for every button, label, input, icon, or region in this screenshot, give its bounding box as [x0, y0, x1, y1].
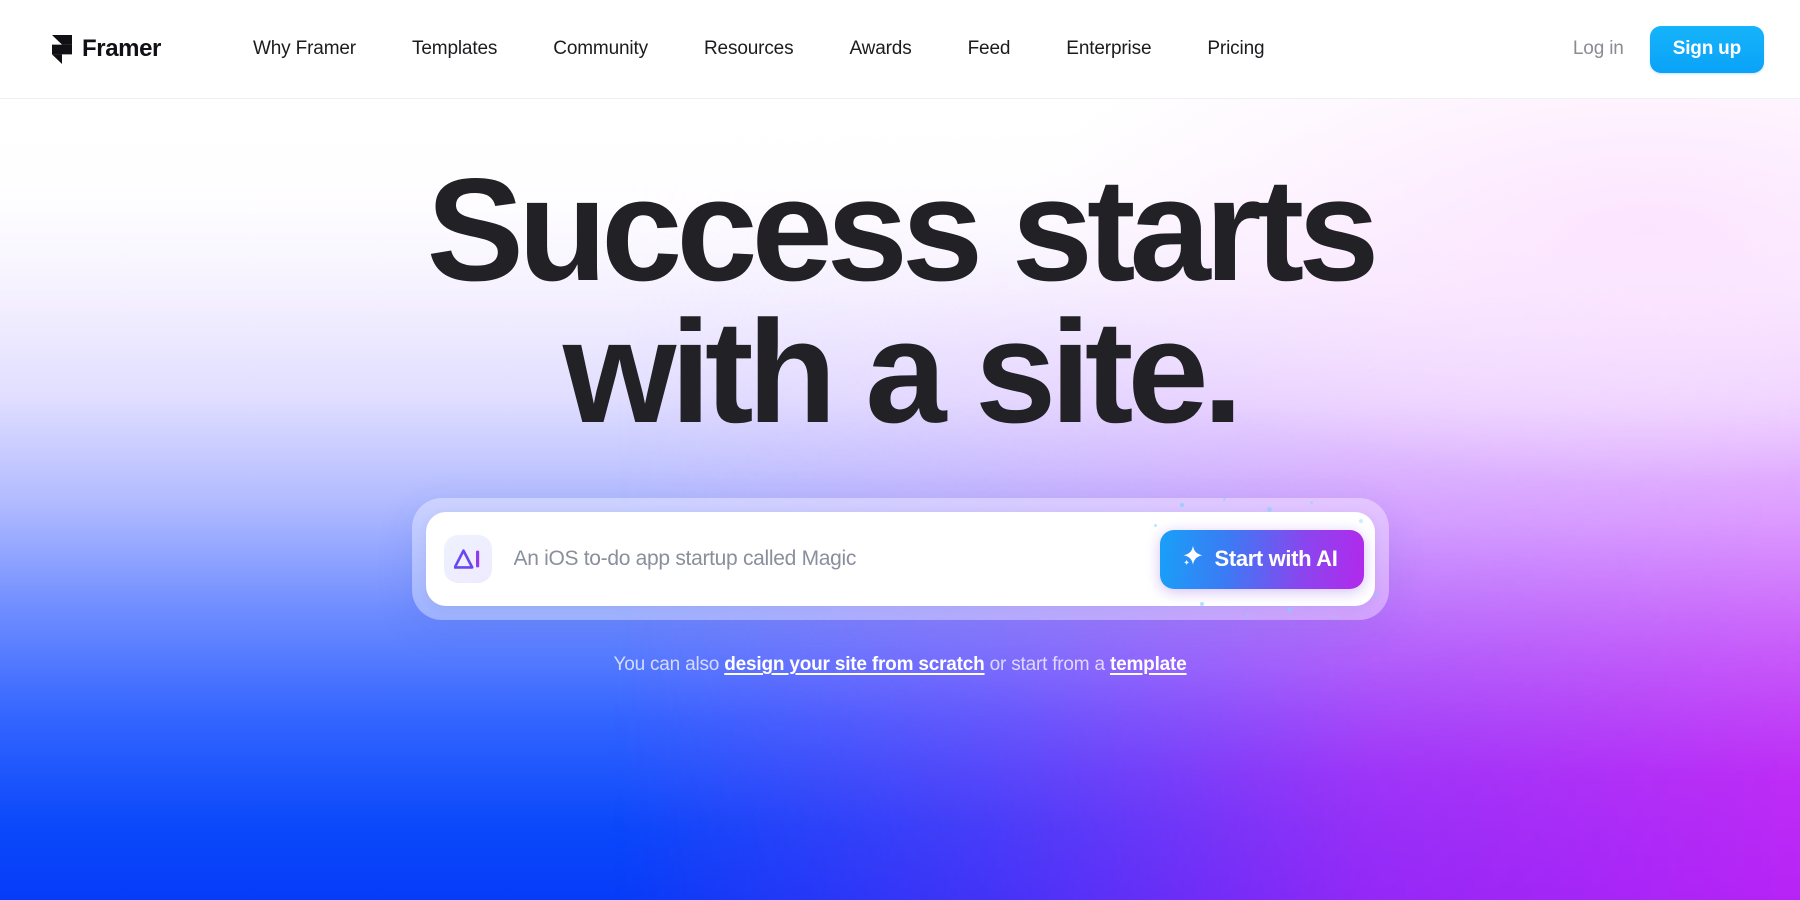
signup-button[interactable]: Sign up	[1649, 25, 1764, 73]
page-title: Success starts with a site.	[426, 148, 1380, 453]
primary-nav: Why Framer Templates Community Resources…	[225, 30, 1292, 68]
prompt-input[interactable]	[513, 547, 1160, 572]
header-actions: Log in Sign up	[1551, 25, 1764, 73]
nav-item-pricing[interactable]: Pricing	[1179, 30, 1292, 68]
brand-name: Framer	[82, 35, 161, 62]
nav-item-feed[interactable]: Feed	[940, 30, 1039, 68]
nav-item-templates[interactable]: Templates	[384, 30, 525, 68]
nav-item-community[interactable]: Community	[525, 30, 676, 68]
start-with-ai-container: Start with AI	[1153, 498, 1379, 620]
nav-item-resources[interactable]: Resources	[676, 30, 821, 68]
nav-item-enterprise[interactable]: Enterprise	[1038, 30, 1179, 68]
hero-section: Success starts with a site. An iOS to-do…	[0, 99, 1800, 900]
subline-middle: or start from a	[984, 654, 1110, 676]
nav-item-awards[interactable]: Awards	[821, 30, 939, 68]
sparkle-star-icon	[1182, 545, 1204, 573]
brand-logo-link[interactable]: Framer	[52, 34, 161, 64]
prompt-card-outer-frame: Start with AI	[411, 498, 1389, 621]
secondary-actions-text: You can also design your site from scrat…	[613, 654, 1186, 676]
site-header: Framer Why Framer Templates Community Re…	[0, 0, 1800, 99]
start-with-ai-button[interactable]: Start with AI	[1159, 529, 1364, 589]
ai-wordmark-icon	[443, 535, 492, 584]
framer-landing-page: Framer Why Framer Templates Community Re…	[0, 0, 1800, 900]
template-link[interactable]: template	[1110, 654, 1187, 675]
prompt-card: Start with AI	[425, 498, 1379, 620]
framer-logo-icon	[52, 34, 72, 64]
headline-line-2: with a site.	[562, 289, 1243, 453]
design-from-scratch-link[interactable]: design your site from scratch	[724, 654, 984, 675]
login-link[interactable]: Log in	[1551, 30, 1646, 68]
nav-item-why-framer[interactable]: Why Framer	[225, 30, 384, 68]
headline-line-1: Success starts	[426, 148, 1380, 311]
subline-prefix: You can also	[613, 654, 725, 676]
start-with-ai-label: Start with AI	[1214, 545, 1338, 571]
